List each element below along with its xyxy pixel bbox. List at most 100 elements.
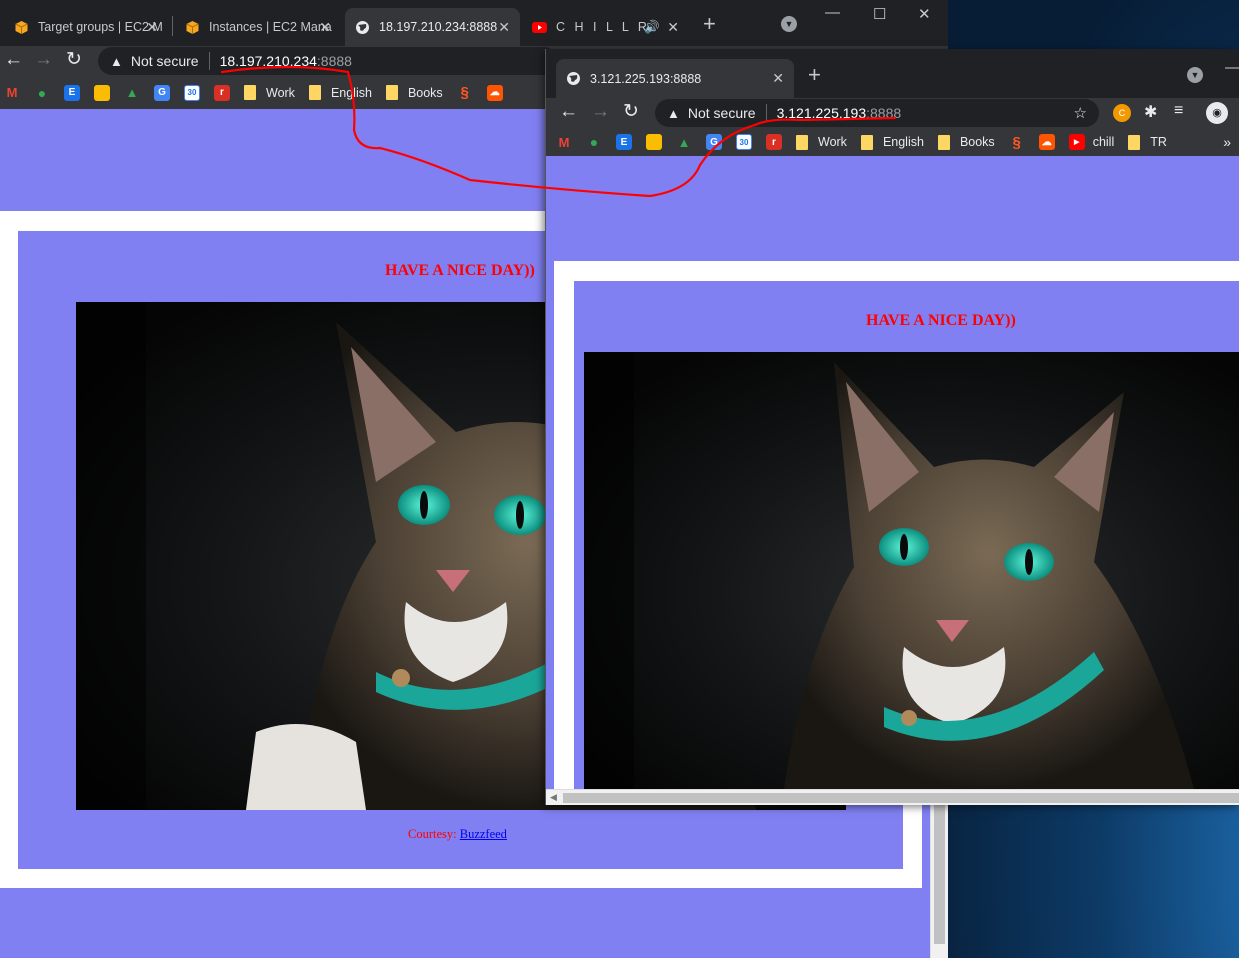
bookmark-soundcloud[interactable]: ☁ xyxy=(486,84,503,101)
bookmark-folder-english[interactable]: English xyxy=(308,85,372,100)
maps-icon: ● xyxy=(589,134,599,150)
bookmark-folder-work[interactable]: Work xyxy=(796,134,847,150)
scrollbar-thumb[interactable] xyxy=(934,796,945,944)
star-bookmark-icon[interactable]: ☆ xyxy=(1074,104,1087,122)
new-tab-plus-icon[interactable]: + xyxy=(808,62,821,88)
url-port: :8888 xyxy=(316,53,352,69)
back-arrow-icon[interactable]: ← xyxy=(559,102,578,122)
folder-icon xyxy=(385,85,398,100)
bookmark-e[interactable]: E xyxy=(616,134,632,150)
s-icon: § xyxy=(460,84,469,101)
warning-triangle-icon: ▲ xyxy=(667,105,680,121)
translate-icon: G xyxy=(706,134,722,150)
bookmark-maps[interactable]: ● xyxy=(34,85,50,101)
bookmark-folder-books[interactable]: Books xyxy=(385,85,443,100)
tab-separator xyxy=(172,16,173,36)
minimize-icon[interactable]: — xyxy=(825,4,840,21)
bookmark-maps[interactable]: ● xyxy=(586,134,602,150)
tab-3-121-225-193[interactable]: 3.121.225.193:8888 ✕ xyxy=(556,59,794,98)
bookmark-translate[interactable]: G xyxy=(154,84,170,101)
buzzfeed-link[interactable]: Buzzfeed xyxy=(460,827,507,841)
tab-target-groups[interactable]: Target groups | EC2 M ✕ xyxy=(4,8,168,46)
bookmark-calendar[interactable]: 30 xyxy=(736,134,752,150)
soundcloud-icon: ☁ xyxy=(1038,134,1055,150)
aws-box-icon xyxy=(185,20,200,35)
page-heading: HAVE A NICE DAY)) xyxy=(385,262,535,279)
keep-icon xyxy=(94,84,110,101)
folder-icon xyxy=(244,85,256,100)
bookmark-calendar[interactable]: 30 xyxy=(184,84,200,101)
folder-icon xyxy=(860,134,873,150)
reload-icon[interactable]: ↻ xyxy=(623,102,639,122)
more-bookmarks-chevron-icon[interactable]: » xyxy=(1223,134,1231,150)
extension-c-icon[interactable]: C xyxy=(1113,104,1131,122)
r-icon: r xyxy=(214,84,230,101)
tab-search-chevron-icon[interactable]: ▼ xyxy=(1187,67,1203,83)
folder-icon xyxy=(308,85,321,100)
bookmark-keep[interactable] xyxy=(646,134,662,150)
bookmark-r[interactable]: r xyxy=(214,84,230,101)
close-icon[interactable]: ✕ xyxy=(772,70,784,87)
scrollbar-thumb[interactable] xyxy=(563,793,1239,803)
forward-arrow-icon[interactable]: → xyxy=(34,50,53,70)
bookmark-chill[interactable]: ▶ chill xyxy=(1068,134,1114,150)
address-bar[interactable]: ▲ Not secure 3.121.225.193:8888 ☆ xyxy=(655,99,1099,127)
bookmark-s[interactable]: § xyxy=(457,84,473,101)
tab-search-chevron-icon[interactable]: ▼ xyxy=(781,16,797,32)
bookmark-translate[interactable]: G xyxy=(706,134,722,150)
bookmark-r[interactable]: r xyxy=(766,134,782,150)
extensions-puzzle-icon[interactable]: ✱ xyxy=(1144,102,1157,122)
vertical-scrollbar[interactable] xyxy=(930,796,948,958)
scroll-left-arrow-icon[interactable]: ◀ xyxy=(550,792,557,803)
omnibox-divider xyxy=(208,52,210,70)
e-icon: E xyxy=(64,84,80,101)
forward-arrow-icon[interactable]: → xyxy=(591,102,610,122)
window-close-icon[interactable]: ✕ xyxy=(918,5,931,23)
maximize-icon[interactable]: ☐ xyxy=(873,5,886,23)
bookmark-keep[interactable] xyxy=(94,84,110,101)
tab-chill[interactable]: C H I L L R 🔊 ✕ xyxy=(522,8,692,46)
cat-photo xyxy=(584,352,1239,789)
navigation-toolbar: ← → ↻ ▲ Not secure 3.121.225.193:8888 ☆ … xyxy=(546,98,1239,128)
close-icon[interactable]: ✕ xyxy=(667,19,682,36)
bookmark-s[interactable]: § xyxy=(1009,134,1025,151)
folder-icon xyxy=(796,134,808,150)
close-icon[interactable]: ✕ xyxy=(146,19,158,36)
bookmark-folder-books[interactable]: Books xyxy=(937,134,995,150)
bookmark-soundcloud[interactable]: ☁ xyxy=(1038,134,1055,150)
bookmark-gmail[interactable]: M xyxy=(556,134,572,150)
close-icon[interactable]: ✕ xyxy=(319,19,331,36)
soundcloud-icon: ☁ xyxy=(486,84,503,101)
aws-box-icon xyxy=(14,20,29,35)
address-bar[interactable]: ▲ Not secure 18.197.210.234:8888 xyxy=(98,47,558,75)
folder-icon xyxy=(1128,134,1141,150)
bookmark-e[interactable]: E xyxy=(64,84,80,101)
media-queue-icon[interactable]: ≡ xyxy=(1174,102,1183,120)
tab-18-197-210-234[interactable]: 18.197.210.234:8888 ✕ xyxy=(345,8,520,46)
page-heading: HAVE A NICE DAY)) xyxy=(866,312,1016,329)
back-arrow-icon[interactable]: ← xyxy=(4,50,23,70)
url-host: 3.121.225.193 xyxy=(776,105,867,121)
incognito-profile-icon[interactable]: ◉ xyxy=(1206,102,1228,124)
security-label: Not secure xyxy=(130,53,199,69)
translate-icon: G xyxy=(154,84,170,101)
drive-icon: ▲ xyxy=(125,85,139,100)
bookmark-drive[interactable]: ▲ xyxy=(676,134,692,150)
bookmark-folder-tr[interactable]: TR xyxy=(1128,134,1167,150)
bookmark-folder-work[interactable]: Work xyxy=(244,85,295,100)
bookmarks-bar: M ● E ▲ G 30 r Work English Books § ☁ ▶ c… xyxy=(546,128,1239,156)
calendar-icon: 30 xyxy=(184,84,200,101)
bookmark-drive[interactable]: ▲ xyxy=(124,85,140,101)
reload-icon[interactable]: ↻ xyxy=(66,50,82,70)
tab-instances[interactable]: Instances | EC2 Mana ✕ xyxy=(175,8,341,46)
folder-icon xyxy=(937,134,950,150)
minimize-icon[interactable]: — xyxy=(1225,59,1239,76)
bookmark-gmail[interactable]: M xyxy=(4,85,20,101)
horizontal-scrollbar[interactable]: ◀ xyxy=(546,789,1239,805)
close-icon[interactable]: ✕ xyxy=(498,19,510,36)
courtesy-line: Courtesy: Buzzfeed xyxy=(408,827,507,841)
bookmark-folder-english[interactable]: English xyxy=(860,134,924,150)
new-tab-plus-icon[interactable]: + xyxy=(703,11,716,37)
keep-icon xyxy=(646,134,662,150)
gmail-icon: M xyxy=(6,85,18,100)
